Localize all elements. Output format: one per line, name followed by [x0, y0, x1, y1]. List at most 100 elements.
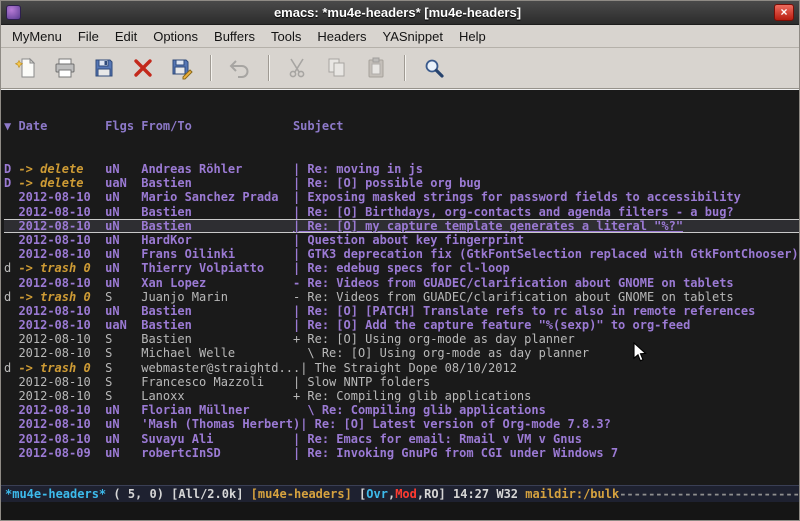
message-row-current[interactable]: 2012-08-10uNBastien| Re: [O] my capture …	[4, 219, 799, 233]
mark-indicator	[4, 332, 18, 346]
mu4e-headers-buffer[interactable]: ▼ Date Flgs From/To Subject D-> deleteuN…	[1, 89, 799, 485]
column-header-flags[interactable]: Flgs	[105, 119, 141, 133]
message-subject: | Re: [O] Add the capture feature "%(sex…	[293, 318, 690, 332]
message-flags: uN	[105, 446, 141, 460]
message-row[interactable]: d-> trash 0uNThierry Volpiatto| Re: edeb…	[4, 261, 799, 275]
message-row[interactable]: 2012-08-10uN'Mash (Thomas Herbert)| Re: …	[4, 417, 799, 431]
menu-yasnippet[interactable]: YASnippet	[374, 26, 450, 47]
message-row[interactable]: 2012-08-10SFrancesco Mazzoli| Slow NNTP …	[4, 375, 799, 389]
modeline-major-mode[interactable]: [mu4e-headers]	[251, 487, 352, 501]
message-row[interactable]: D-> deleteuNAndreas Röhler| Re: moving i…	[4, 162, 799, 176]
message-flags: S	[105, 375, 141, 389]
message-row[interactable]: d-> trash 0SJuanjo Marin- Re: Videos fro…	[4, 290, 799, 304]
menu-help[interactable]: Help	[451, 26, 494, 47]
window-icon[interactable]	[6, 5, 21, 20]
message-from: Suvayu Ali	[141, 432, 293, 446]
message-from: Florian Müllner	[141, 403, 293, 417]
headers-list: D-> deleteuNAndreas Röhler| Re: moving i…	[4, 162, 799, 460]
close-buffer-icon	[131, 56, 155, 80]
modeline-status-open: [	[352, 487, 366, 501]
message-from: Mario Sanchez Prada	[141, 190, 293, 204]
menu-options[interactable]: Options	[145, 26, 206, 47]
message-row[interactable]: 2012-08-10SMichael Welle \ Re: [O] Using…	[4, 346, 799, 360]
new-file-button[interactable]	[9, 52, 43, 84]
message-flags: uN	[105, 403, 141, 417]
message-flags: uN	[105, 162, 141, 176]
search-button[interactable]	[417, 52, 451, 84]
mark-indicator	[4, 276, 18, 290]
message-flags: uN	[105, 247, 141, 261]
message-row[interactable]: 2012-08-10uNXan Lopez- Re: Videos from G…	[4, 276, 799, 290]
message-row[interactable]: 2012-08-10SBastien+ Re: [O] Using org-mo…	[4, 332, 799, 346]
modeline-position: ( 5, 0) [All/2.0k]	[106, 487, 251, 501]
message-row[interactable]: 2012-08-09uNrobertcInSD| Re: Invoking Gn…	[4, 446, 799, 460]
close-icon: ×	[780, 5, 787, 19]
echo-area[interactable]	[1, 502, 799, 520]
copy-icon	[325, 56, 349, 80]
message-row[interactable]: 2012-08-10uNHardKor| Question about key …	[4, 233, 799, 247]
titlebar[interactable]: emacs: *mu4e-headers* [mu4e-headers] ×	[1, 1, 799, 25]
modeline-buffer-name[interactable]: *mu4e-headers*	[5, 487, 106, 501]
emacs-window: emacs: *mu4e-headers* [mu4e-headers] × M…	[0, 0, 800, 521]
message-subject: + Re: Compiling glib applications	[293, 389, 531, 403]
message-row[interactable]: 2012-08-10uNBastien| Re: [O] [PATCH] Tra…	[4, 304, 799, 318]
menu-headers[interactable]: Headers	[309, 26, 374, 47]
column-header-subject[interactable]: Subject	[293, 119, 344, 133]
mark-indicator: d	[4, 261, 18, 275]
print-icon	[53, 56, 77, 80]
menu-buffers[interactable]: Buffers	[206, 26, 263, 47]
menu-file[interactable]: File	[70, 26, 107, 47]
message-flags: uN	[105, 304, 141, 318]
message-flags: uN	[105, 233, 141, 247]
mark-indicator	[4, 233, 18, 247]
mark-indicator	[4, 417, 18, 431]
message-row[interactable]: 2012-08-10uaNBastien| Re: [O] Add the ca…	[4, 318, 799, 332]
message-row[interactable]: d-> trash 0Swebmaster@straightd...| The …	[4, 361, 799, 375]
message-from: webmaster@straightd...	[141, 361, 300, 375]
mark-indicator	[4, 375, 18, 389]
undo-icon	[228, 56, 252, 80]
cut-icon	[286, 56, 310, 80]
message-subject: - Re: Videos from GUADEC/clarification a…	[293, 276, 734, 290]
message-row[interactable]: 2012-08-10uNMario Sanchez Prada| Exposin…	[4, 190, 799, 204]
header-line[interactable]: ▼ Date Flgs From/To Subject	[4, 119, 799, 133]
mark-indicator	[4, 247, 18, 261]
message-row[interactable]: 2012-08-10uNFlorian Müllner \ Re: Compil…	[4, 403, 799, 417]
mark-indicator	[4, 346, 18, 360]
message-from: Bastien	[141, 318, 293, 332]
mark-indicator: d	[4, 290, 18, 304]
message-row[interactable]: 2012-08-10uNBastien| Re: [O] Birthdays, …	[4, 205, 799, 219]
message-from: Bastien	[141, 176, 293, 190]
modeline-filler-dashes: ----------------------------------------…	[619, 487, 799, 501]
message-row[interactable]: D-> deleteuaNBastien| Re: [O] possible o…	[4, 176, 799, 190]
message-from: Xan Lopez	[141, 276, 293, 290]
save-as-button[interactable]	[165, 52, 199, 84]
message-from: Francesco Mazzoli	[141, 375, 293, 389]
menu-tools[interactable]: Tools	[263, 26, 309, 47]
column-header-date[interactable]: Date	[18, 119, 105, 133]
mark-action: -> trash 0	[18, 290, 105, 304]
column-header-from[interactable]: From/To	[141, 119, 293, 133]
message-from: Bastien	[141, 304, 293, 318]
message-subject: | Question about key fingerprint	[293, 233, 524, 247]
message-row[interactable]: 2012-08-10uNFrans Oilinki| GTK3 deprecat…	[4, 247, 799, 261]
menu-edit[interactable]: Edit	[107, 26, 145, 47]
print-button[interactable]	[48, 52, 82, 84]
message-subject: + Re: [O] Using org-mode as day planner	[293, 332, 575, 346]
message-date: 2012-08-10	[18, 389, 105, 403]
message-from: 'Mash (Thomas Herbert)	[141, 417, 300, 431]
menu-mymenu[interactable]: MyMenu	[4, 26, 70, 47]
message-row[interactable]: 2012-08-10uNSuvayu Ali| Re: Emacs for em…	[4, 432, 799, 446]
close-buffer-button[interactable]	[126, 52, 160, 84]
message-flags: S	[105, 290, 141, 304]
message-flags: uN	[105, 219, 141, 233]
tool-bar	[1, 48, 799, 89]
message-from: Andreas Röhler	[141, 162, 293, 176]
paste-icon	[364, 56, 388, 80]
window-close-button[interactable]: ×	[774, 4, 794, 21]
mark-action: -> delete	[18, 176, 105, 190]
sort-direction-icon[interactable]: ▼	[4, 119, 18, 133]
save-button[interactable]	[87, 52, 121, 84]
message-row[interactable]: 2012-08-10SLanoxx+ Re: Compiling glib ap…	[4, 389, 799, 403]
message-flags: S	[105, 332, 141, 346]
